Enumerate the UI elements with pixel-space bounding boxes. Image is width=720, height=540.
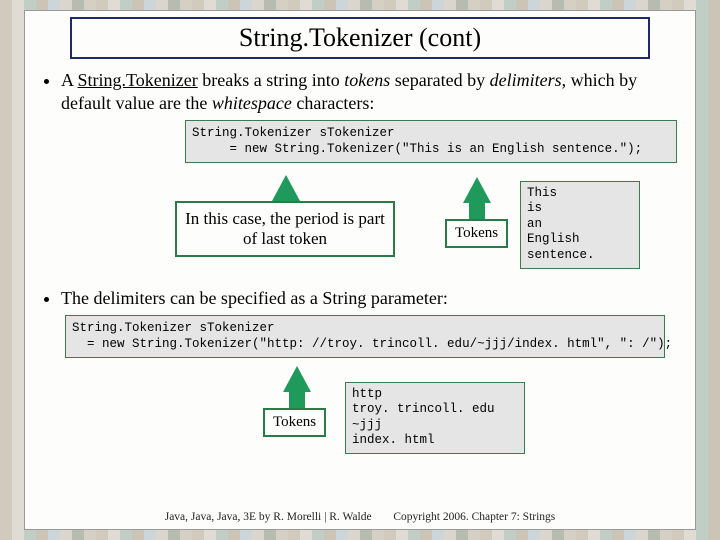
slide-footer: Java, Java, Java, 3E by R. Morelli | R. … (25, 511, 695, 523)
arrow-up-icon (272, 175, 300, 201)
bullet-list-2: The delimiters can be specified as a Str… (61, 287, 667, 310)
arrow-up-icon (283, 366, 311, 392)
text: parameter: (366, 288, 447, 308)
term-delimiters: delimiters (490, 70, 562, 90)
arrow-stem (289, 390, 305, 410)
text: The delimiters can be specified as a (61, 288, 322, 308)
class-name: String.Tokenizer (78, 70, 198, 90)
tokens-output-1: This is an English sentence. (520, 181, 640, 269)
code-block-1: String.Tokenizer sTokenizer = new String… (185, 120, 677, 163)
text: breaks a string into (198, 70, 344, 90)
footer-left: Java, Java, Java, 3E by R. Morelli | R. … (165, 511, 372, 523)
text: characters: (292, 93, 374, 113)
text: separated by (390, 70, 489, 90)
row-1: In this case, the period is part of last… (25, 171, 695, 281)
arrow-stem (469, 201, 485, 221)
bullet-2: The delimiters can be specified as a Str… (61, 287, 667, 310)
text: A (61, 70, 78, 90)
slide-body: String.Tokenizer (cont) A String.Tokeniz… (24, 10, 696, 530)
row-2: Tokens http troy. trincoll. edu ~jjj ind… (25, 364, 695, 464)
tokens-label: Tokens (263, 408, 326, 437)
term-whitespace: whitespace (212, 93, 292, 113)
code-block-2: String.Tokenizer sTokenizer = new String… (65, 315, 665, 358)
arrow-up-icon (463, 177, 491, 203)
slide-title: String.Tokenizer (cont) (70, 17, 650, 59)
footer-right: Copyright 2006. Chapter 7: Strings (393, 511, 555, 523)
class-name-string: String (322, 288, 366, 308)
bullet-1: A String.Tokenizer breaks a string into … (61, 69, 667, 114)
tokens-label: Tokens (445, 219, 508, 248)
caption-period-note: In this case, the period is part of last… (175, 201, 395, 257)
tokens-output-2: http troy. trincoll. edu ~jjj index. htm… (345, 382, 525, 455)
bullet-list: A String.Tokenizer breaks a string into … (61, 69, 667, 114)
term-tokens: tokens (344, 70, 390, 90)
